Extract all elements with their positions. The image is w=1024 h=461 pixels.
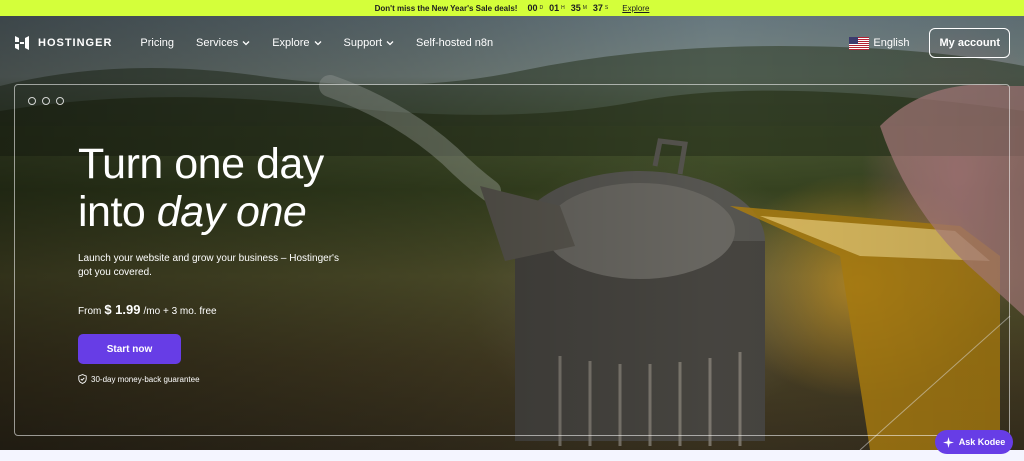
page-bottom-strip — [0, 450, 1024, 461]
nav-right: English My account — [849, 28, 1010, 58]
promo-message: Don't miss the New Year's Sale deals! — [374, 3, 518, 13]
nav-item-label: Support — [343, 37, 383, 49]
brand-name: HOSTINGER — [38, 37, 113, 49]
timer-seconds: 37 — [592, 3, 603, 13]
headline-line-2-italic: day one — [156, 188, 307, 236]
us-flag-icon — [849, 36, 870, 50]
hero-content: Turn one day into day one Launch your we… — [78, 140, 378, 384]
hero-subtitle: Launch your website and grow your busine… — [78, 253, 339, 278]
sparkle-icon — [942, 436, 954, 448]
chevron-down-icon — [242, 41, 250, 46]
timer-minutes: 35 — [570, 3, 581, 13]
headline-line-2-plain: into — [78, 188, 157, 236]
timer-days-unit: D — [539, 5, 544, 11]
nav-item-self-hosted-n8n[interactable]: Self-hosted n8n — [416, 37, 493, 49]
hostinger-logo-icon — [15, 36, 29, 50]
timer-hours: 01 — [549, 3, 560, 13]
nav-item-label: Pricing — [140, 37, 175, 49]
nav-links: Pricing Services Explore Support Self-ho… — [140, 37, 493, 49]
main-navigation: HOSTINGER Pricing Services Explore Suppo… — [0, 16, 1024, 70]
chevron-down-icon — [386, 41, 394, 46]
ask-kodee-button[interactable]: Ask Kodee — [935, 430, 1013, 454]
timer-hours-unit: H — [561, 5, 565, 11]
timer-minutes-unit: M — [582, 5, 587, 11]
language-selector[interactable]: English — [849, 36, 910, 50]
nav-item-services[interactable]: Services — [196, 37, 250, 49]
window-dot — [28, 97, 36, 105]
price-value: $ 1.99 — [104, 302, 141, 317]
window-dot — [56, 97, 64, 105]
price-line: From $ 1.99/mo + 3 mo. free — [78, 302, 378, 317]
ask-kodee-label: Ask Kodee — [958, 437, 1006, 447]
window-dots — [28, 97, 64, 105]
price-prefix: From — [78, 306, 102, 317]
nav-item-label: Self-hosted n8n — [416, 37, 494, 49]
nav-item-label: Explore — [272, 37, 310, 49]
promo-explore-link[interactable]: Explore — [622, 4, 649, 13]
nav-item-support[interactable]: Support — [344, 37, 395, 49]
headline-line-1: Turn one day — [78, 140, 324, 188]
nav-item-explore[interactable]: Explore — [272, 37, 321, 49]
hero-headline: Turn one day into day one — [78, 140, 378, 236]
price-suffix: /mo + 3 mo. free — [143, 306, 217, 317]
start-now-button[interactable]: Start now — [78, 334, 181, 364]
countdown-timer: 00 D 01 H 35 M 37 S — [527, 3, 612, 13]
promo-bar: Don't miss the New Year's Sale deals! 00… — [0, 0, 1024, 16]
guarantee-text: 30-day money-back guarantee — [91, 374, 200, 384]
language-label: English — [873, 37, 910, 49]
chevron-down-icon — [314, 41, 321, 46]
money-back-guarantee: 30-day money-back guarantee — [78, 374, 378, 384]
window-dot — [42, 97, 50, 105]
hostinger-logo[interactable]: HOSTINGER — [14, 35, 112, 51]
nav-item-pricing[interactable]: Pricing — [140, 37, 174, 49]
shield-check-icon — [78, 374, 87, 384]
timer-seconds-unit: S — [604, 5, 609, 11]
nav-item-label: Services — [196, 37, 239, 49]
my-account-button[interactable]: My account — [929, 28, 1010, 58]
timer-days: 00 — [527, 3, 538, 13]
